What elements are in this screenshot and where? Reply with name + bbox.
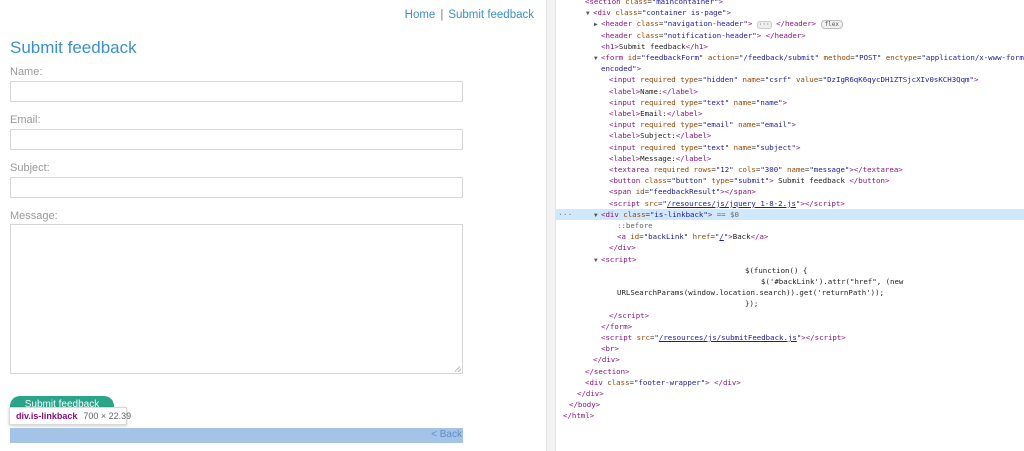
dom-line[interactable]: $(function() { — [556, 265, 1024, 276]
panel-divider[interactable] — [546, 0, 556, 451]
dom-line[interactable]: </div> — [556, 388, 1024, 399]
dom-line-code: ::before — [617, 221, 653, 230]
tooltip-element-name: div.is-linkback — [16, 411, 78, 421]
dom-line[interactable]: <section class="maincontainer"> — [556, 0, 1024, 7]
dom-line[interactable]: ▶ <header class="navigation-header"> ··· … — [556, 18, 1024, 30]
dom-line-code: <label>Message:</label> — [609, 153, 712, 163]
dom-line-code: <input required type="text" name="name"> — [609, 97, 788, 107]
dom-line-code: </script> — [609, 310, 650, 320]
dom-line[interactable]: ::before — [556, 220, 1024, 231]
dom-line-code: <label>Subject:</label> — [609, 131, 712, 141]
dom-line-code: <section class="maincontainer"> — [585, 0, 723, 6]
dom-line[interactable]: <script src="/resources/js/submitFeedbac… — [556, 332, 1024, 343]
dom-line[interactable]: </body> — [556, 399, 1024, 410]
more-options-icon[interactable]: ··· — [558, 209, 572, 220]
inspector-tooltip: div.is-linkback 700 × 22.39 — [9, 407, 131, 425]
devtools-elements-panel: <section class="maincontainer"> ▼ <div cla… — [556, 0, 1024, 451]
dom-line[interactable]: <input required type="hidden" name="csrf… — [556, 74, 1024, 85]
dom-line[interactable]: </script> — [556, 310, 1024, 321]
dom-line[interactable]: <label>Message:</label> — [556, 153, 1024, 164]
dom-line-code: </div> — [609, 243, 636, 253]
dom-line[interactable]: <textarea required rows="12" cols="300" … — [556, 164, 1024, 175]
dom-line[interactable]: <input required type="text" name="name"> — [556, 97, 1024, 108]
dom-line[interactable]: URLSearchParams(window.location.search))… — [556, 287, 1024, 298]
dom-line[interactable]: <h1>Submit feedback</h1> — [556, 41, 1024, 52]
dom-line[interactable]: <br> — [556, 343, 1024, 354]
dom-line[interactable]: <label>Email:</label> — [556, 108, 1024, 119]
dom-line[interactable]: ▼ <div class="container is-page"> — [556, 7, 1024, 18]
dom-line[interactable]: <a id="backLink" href="/">Back</a> — [556, 231, 1024, 242]
page-title: Submit feedback — [10, 38, 137, 57]
dom-line-code: </form> — [601, 321, 633, 331]
dom-line[interactable]: <input required type="text" name="subjec… — [556, 142, 1024, 153]
dom-line[interactable]: <input required type="email" name="email… — [556, 119, 1024, 130]
dom-line[interactable]: </div> — [556, 242, 1024, 253]
email-field[interactable] — [10, 129, 463, 150]
dom-line-code: URLSearchParams(window.location.search))… — [617, 288, 884, 298]
dom-line[interactable]: <span id="feedbackResult"></span> — [556, 186, 1024, 197]
dom-line[interactable]: <div class="footer-wrapper"> </div> — [556, 377, 1024, 388]
dom-line-code: <header class="notification-header"> </h… — [601, 30, 806, 40]
top-nav: Home | Submit feedback — [405, 9, 534, 21]
dom-line[interactable]: <header class="notification-header"> </h… — [556, 30, 1024, 41]
dom-line-code: <span id="feedbackResult"></span> — [609, 187, 756, 197]
linkback-highlight: < Back — [10, 428, 463, 443]
dom-line-code: <label>Name:</label> — [609, 86, 699, 96]
tooltip-dimensions: 700 × 22.39 — [83, 411, 132, 421]
dom-line[interactable]: encoded"> — [556, 63, 1024, 74]
dom-line-code: $(function() { — [745, 265, 808, 275]
dom-line-code: </body> — [569, 400, 601, 410]
dom-line[interactable]: <button class="button" type="submit"> Su… — [556, 175, 1024, 186]
dom-line[interactable]: </div> — [556, 354, 1024, 365]
dom-line-code: <script src="/resources/js/submitFeedbac… — [601, 333, 846, 342]
dom-line[interactable]: <label>Subject:</label> — [556, 130, 1024, 141]
name-field[interactable] — [10, 81, 463, 102]
subject-field[interactable] — [10, 177, 463, 198]
dom-line-code: <script> — [601, 254, 637, 264]
dom-line[interactable]: </form> — [556, 321, 1024, 332]
dom-line-code: <input required type="text" name="subjec… — [609, 142, 801, 152]
dom-line[interactable]: <label>Name:</label> — [556, 86, 1024, 97]
dom-line-code: <script src="/resources/js/jquery_1-8-2.… — [609, 198, 845, 208]
subject-label: Subject: — [10, 162, 50, 174]
dom-line-code: </div> — [593, 355, 620, 365]
dom-line-code: <div class="container is-page"> — [593, 8, 731, 18]
dom-line-code: <label>Email:</label> — [609, 109, 703, 118]
dom-line-code: <textarea required rows="12" cols="300" … — [609, 165, 903, 174]
dom-line-code: $('#backLink').attr("href", (new — [761, 277, 904, 286]
back-link[interactable]: < Back — [431, 429, 462, 440]
dom-line[interactable]: <script src="/resources/js/jquery_1-8-2.… — [556, 198, 1024, 209]
dom-line[interactable]: </html> — [556, 410, 1024, 421]
dom-line-code: <button class="button" type="submit"> Su… — [609, 176, 890, 186]
dom-line-code: <input required type="email" name="email… — [609, 120, 796, 130]
dom-line-code: <a id="backLink" href="/">Back</a> — [617, 232, 769, 242]
dom-line-code: <div class="footer-wrapper"> </div> — [585, 377, 741, 387]
dom-line-code: <header class="navigation-header"> ··· <… — [601, 19, 844, 30]
nav-separator: | — [440, 9, 444, 21]
page-viewport: Home | Submit feedback Submit feedback Nam… — [0, 0, 546, 451]
nav-submit-feedback-link[interactable]: Submit feedback — [448, 9, 534, 21]
email-label: Email: — [10, 114, 41, 126]
dom-line[interactable]: $('#backLink').attr("href", (new — [556, 276, 1024, 287]
dom-line-code: </html> — [563, 411, 595, 421]
dom-line-code: }); — [745, 299, 759, 309]
message-label: Message: — [10, 210, 58, 222]
dom-line-code: <div class="is-linkback"> == $0 — [601, 209, 739, 219]
name-label: Name: — [10, 66, 43, 78]
message-textarea[interactable] — [10, 224, 463, 374]
dom-line-code: <br> — [601, 344, 619, 354]
dom-line[interactable]: ▼ <form id="feedbackForm" action="/feedba… — [556, 52, 1024, 63]
nav-home-link[interactable]: Home — [405, 9, 436, 21]
dom-line-code: <form id="feedbackForm" action="/feedbac… — [601, 53, 1024, 62]
dom-line-selected[interactable]: ▼ <div class="is-linkback"> == $0 ··· — [556, 208, 1024, 220]
dom-line-code: </div> — [577, 389, 604, 398]
dom-line-code: encoded"> — [601, 64, 642, 74]
dom-line[interactable]: </section> — [556, 366, 1024, 377]
resize-handle-icon[interactable] — [455, 366, 461, 372]
dom-line-code: </section> — [585, 366, 630, 376]
dom-line[interactable]: }); — [556, 298, 1024, 309]
dom-line-code: <input required type="hidden" name="csrf… — [609, 75, 979, 85]
dom-line[interactable]: ▼ <script> — [556, 254, 1024, 265]
dom-line-code: <h1>Submit feedback</h1> — [601, 41, 708, 51]
